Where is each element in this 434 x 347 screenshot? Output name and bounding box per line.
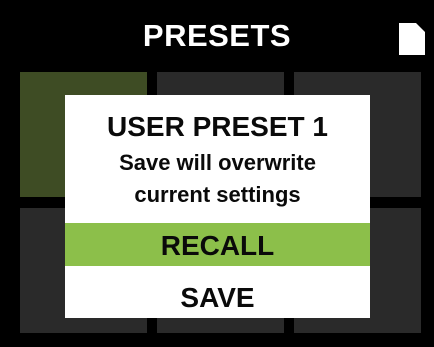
- file-icon: [399, 23, 425, 55]
- preset-dialog: USER PRESET 1 Save will overwrite curren…: [65, 95, 370, 318]
- dialog-message-line-1: Save will overwrite: [119, 150, 316, 175]
- page-title: PRESETS: [142, 18, 292, 53]
- header-bar: PRESETS: [0, 0, 434, 68]
- dialog-title: USER PRESET 1: [107, 111, 328, 142]
- save-button[interactable]: SAVE: [65, 275, 370, 318]
- presets-screen: PRESETS USER PRESET 1 Save will overwrit…: [0, 0, 434, 347]
- dialog-message: Save will overwrite current settings: [65, 147, 370, 211]
- recall-button[interactable]: RECALL: [65, 223, 370, 266]
- dialog-message-line-2: current settings: [134, 182, 301, 207]
